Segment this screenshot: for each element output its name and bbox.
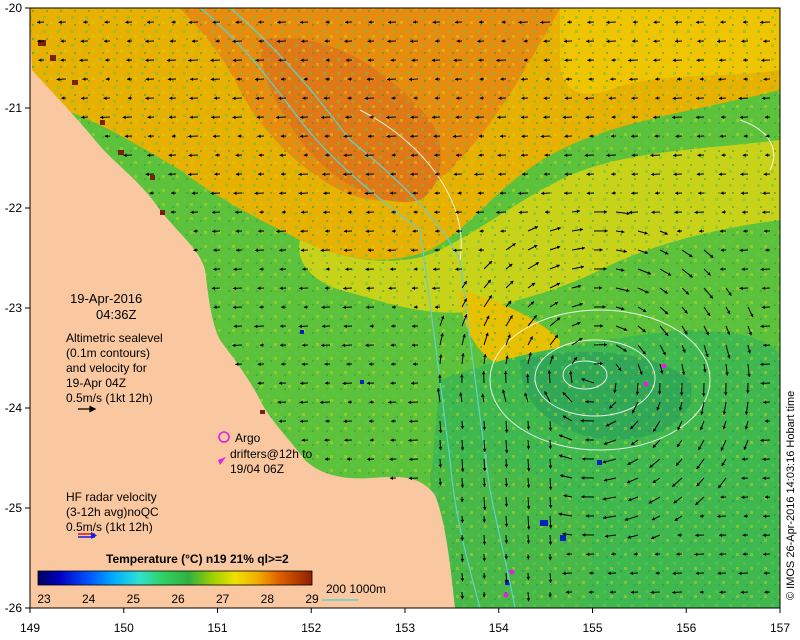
lon-tick-label: 152 bbox=[301, 621, 321, 635]
colorbar-tick-label: 29 bbox=[305, 592, 319, 606]
altimetry-line-3: and velocity for bbox=[66, 361, 147, 375]
lon-tick-label: 153 bbox=[395, 621, 415, 635]
lon-tick-label: 154 bbox=[489, 621, 509, 635]
hf-radar-line-2: (3-12h avg)noQC bbox=[66, 505, 159, 519]
altimetry-line-1: Altimetric sealevel bbox=[66, 331, 163, 345]
altimetry-line-4: 19-Apr 04Z bbox=[66, 376, 126, 390]
lat-tick-label: -22 bbox=[5, 201, 23, 215]
colorbar-tick-label: 28 bbox=[261, 592, 275, 606]
lat-tick-label: -25 bbox=[5, 501, 23, 515]
altimetry-line-2: (0.1m contours) bbox=[66, 346, 150, 360]
hf-radar-legend: HF radar velocity (3-12h avg)noQC 0.5m/s… bbox=[66, 490, 159, 539]
colorbar-tick-label: 26 bbox=[171, 592, 185, 606]
lat-tick-label: -26 bbox=[5, 601, 23, 615]
lon-tick-label: 155 bbox=[582, 621, 602, 635]
drifters-line-2: 19/04 06Z bbox=[230, 462, 284, 476]
time-label: 04:36Z bbox=[96, 307, 137, 322]
lon-tick-label: 156 bbox=[676, 621, 696, 635]
colorbar-tick-label: 24 bbox=[82, 592, 96, 606]
lon-tick-label: 151 bbox=[207, 621, 227, 635]
drifters-line-1: drifters@12h to bbox=[230, 447, 313, 461]
lon-tick-label: 157 bbox=[770, 621, 790, 635]
colorbar-title: Temperature (°C) n19 21% ql>=2 bbox=[106, 552, 289, 566]
colorbar-ramp bbox=[37, 570, 313, 586]
credit-text: © IMOS 26-Apr-2016 14:03:16 Hobart time bbox=[785, 391, 797, 600]
lat-tick-label: -21 bbox=[5, 101, 23, 115]
bathymetry-label: 200 1000m bbox=[326, 582, 386, 596]
lon-tick-label: 149 bbox=[20, 621, 40, 635]
colorbar-tick-label: 25 bbox=[127, 592, 141, 606]
argo-label: Argo bbox=[235, 431, 261, 445]
lat-tick-label: -23 bbox=[5, 301, 23, 315]
date-label: 19-Apr-2016 bbox=[70, 291, 142, 306]
hf-radar-line-1: HF radar velocity bbox=[66, 490, 157, 504]
lat-tick-label: -24 bbox=[5, 401, 23, 415]
colorbar-tick-label: 23 bbox=[37, 592, 51, 606]
altimetry-scale: 0.5m/s (1kt 12h) bbox=[66, 391, 153, 405]
lat-tick-label: -20 bbox=[5, 1, 23, 15]
hf-radar-scale: 0.5m/s (1kt 12h) bbox=[66, 520, 153, 534]
lon-tick-label: 150 bbox=[114, 621, 134, 635]
latitude-axis: -20 -21 -22 -23 -24 -25 -26 bbox=[5, 1, 30, 615]
longitude-axis: 149 150 151 152 153 154 155 156 157 bbox=[20, 608, 790, 635]
colorbar-tick-label: 27 bbox=[216, 592, 230, 606]
sst-map: 149 150 151 152 153 154 155 156 157 -20 -21 -22 -23… bbox=[5, 1, 797, 635]
